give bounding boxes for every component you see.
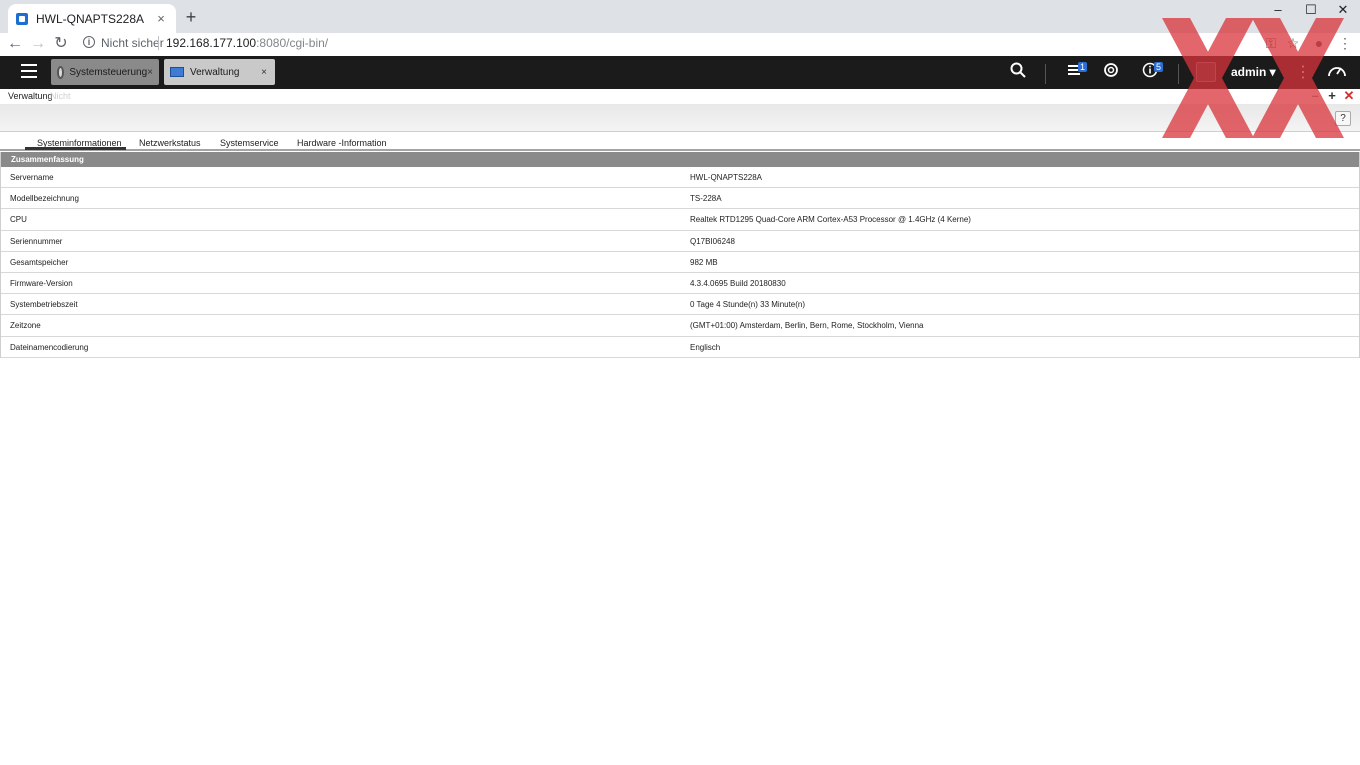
table-row: Modellbezeichnung TS-228A bbox=[1, 188, 1359, 210]
window-maximize-button[interactable]: ☐ bbox=[1301, 2, 1321, 18]
qnap-tab-label: Verwaltung bbox=[190, 66, 240, 78]
row-value: Q17BI06248 bbox=[690, 236, 735, 246]
row-value: (GMT+01:00) Amsterdam, Berlin, Bern, Rom… bbox=[690, 321, 924, 331]
qnap-tab-close-icon[interactable]: × bbox=[147, 67, 153, 78]
user-menu[interactable]: admin ▾ bbox=[1231, 65, 1276, 79]
back-arrow-icon[interactable]: ← bbox=[6, 34, 24, 54]
table-row: Firmware-Version 4.3.4.0695 Build 201808… bbox=[1, 273, 1359, 295]
window-minimize-icon[interactable]: – bbox=[1309, 89, 1321, 103]
toolbar-divider bbox=[1045, 64, 1046, 84]
tasks-badge: 1 bbox=[1078, 62, 1088, 72]
row-key: CPU bbox=[10, 215, 27, 225]
row-value: Realtek RTD1295 Quad-Core ARM Cortex-A53… bbox=[690, 215, 971, 225]
window-minimize-button[interactable]: – bbox=[1268, 2, 1288, 17]
table-row: Servername HWL-QNAPTS228A bbox=[1, 167, 1359, 189]
row-value: TS-228A bbox=[690, 194, 722, 204]
qnap-tab-label: Systemsteuerung bbox=[69, 66, 148, 78]
security-label[interactable]: Nicht sicher bbox=[101, 36, 164, 50]
qnap-topbar: Systemsteuerung × Verwaltung × 1 5 admin… bbox=[0, 56, 1360, 89]
tab-systemservice[interactable]: Systemservice bbox=[220, 138, 279, 148]
help-button[interactable]: ? bbox=[1335, 111, 1351, 126]
browser-toolbar: ← → ↻ i Nicht sicher 192.168.177.100:808… bbox=[0, 33, 1360, 56]
monitor-icon bbox=[170, 67, 184, 77]
forward-arrow-icon[interactable]: → bbox=[29, 34, 47, 54]
new-tab-button[interactable]: + bbox=[183, 7, 199, 27]
table-row: Gesamtspeicher 982 MB bbox=[1, 252, 1359, 273]
row-key: Firmware-Version bbox=[10, 278, 73, 288]
table-row: Seriennummer Q17BI06248 bbox=[1, 231, 1359, 252]
dashboard-gauge-icon[interactable] bbox=[1327, 62, 1347, 82]
control-panel-gear-icon bbox=[57, 65, 65, 79]
browser-tab-title: HWL-QNAPTS228A bbox=[36, 11, 145, 26]
tab-close-icon[interactable]: × bbox=[154, 11, 168, 26]
table-row: CPU Realtek RTD1295 Quad-Core ARM Cortex… bbox=[1, 209, 1359, 231]
tab-hardware-information[interactable]: Hardware -Information bbox=[297, 138, 387, 148]
row-key: Systembetriebszeit bbox=[10, 300, 78, 310]
user-avatar[interactable] bbox=[1196, 62, 1216, 82]
browser-tab[interactable]: HWL-QNAPTS228A × bbox=[8, 4, 176, 33]
info-icon[interactable]: i bbox=[83, 36, 95, 48]
app-window-toolbar: ? bbox=[0, 104, 1360, 132]
menu-kebab-icon[interactable]: ⋮ bbox=[1336, 35, 1354, 52]
info-badge: 5 bbox=[1154, 62, 1164, 72]
row-key: Zeitzone bbox=[10, 321, 41, 331]
summary-table-header: Zusammenfassung bbox=[1, 152, 1359, 167]
table-row: Dateinamencodierung Englisch bbox=[1, 337, 1359, 358]
external-devices-icon[interactable] bbox=[1101, 62, 1121, 82]
section-tabs: Systeminformationen Netzwerkstatus Syste… bbox=[0, 133, 1360, 151]
row-value: 982 MB bbox=[690, 257, 718, 267]
qnap-tab-systemsteuerung[interactable]: Systemsteuerung × bbox=[51, 59, 159, 85]
browser-tab-strip: HWL-QNAPTS228A × + – ☐ ✕ bbox=[0, 0, 1360, 33]
bookmark-star-icon[interactable]: ☆ bbox=[1284, 35, 1302, 52]
omnibox-divider bbox=[158, 36, 159, 50]
window-subtitle: Nicht bbox=[50, 91, 71, 101]
reload-icon[interactable]: ↻ bbox=[52, 34, 70, 54]
main-menu-icon[interactable] bbox=[21, 64, 37, 78]
url-field[interactable]: 192.168.177.100:8080/cgi-bin/ bbox=[166, 36, 328, 50]
row-key: Dateinamencodierung bbox=[10, 342, 89, 352]
row-key: Gesamtspeicher bbox=[10, 257, 69, 267]
more-options-icon[interactable]: ⋮ bbox=[1295, 62, 1311, 82]
app-window-header: Verwaltung Nicht – + ✕ bbox=[0, 89, 1360, 104]
search-icon[interactable] bbox=[1008, 62, 1028, 82]
window-close-icon[interactable]: ✕ bbox=[1343, 89, 1355, 103]
window-title: Verwaltung bbox=[8, 91, 53, 101]
row-value: Englisch bbox=[690, 342, 721, 352]
row-key: Seriennummer bbox=[10, 236, 63, 246]
key-icon[interactable]: ⚿ bbox=[1262, 35, 1280, 52]
row-value: HWL-QNAPTS228A bbox=[690, 173, 763, 182]
qnap-favicon-icon bbox=[16, 12, 28, 25]
summary-table: Zusammenfassung Servername HWL-QNAPTS228… bbox=[0, 152, 1360, 358]
row-key: Modellbezeichnung bbox=[10, 194, 79, 204]
row-key: Servername bbox=[10, 173, 54, 182]
table-row: Systembetriebszeit 0 Tage 4 Stunde(n) 33… bbox=[1, 294, 1359, 316]
row-value: 0 Tage 4 Stunde(n) 33 Minute(n) bbox=[690, 300, 806, 310]
tab-netzwerkstatus[interactable]: Netzwerkstatus bbox=[139, 138, 201, 148]
toolbar-divider bbox=[1178, 64, 1179, 84]
url-host: 192.168.177.100 bbox=[166, 36, 257, 50]
qnap-tab-close-icon[interactable]: × bbox=[259, 67, 269, 78]
qnap-tab-verwaltung[interactable]: Verwaltung × bbox=[164, 59, 275, 85]
table-row: Zeitzone (GMT+01:00) Amsterdam, Berlin, … bbox=[1, 315, 1359, 337]
active-tab-indicator bbox=[25, 147, 126, 150]
window-maximize-icon[interactable]: + bbox=[1326, 89, 1338, 103]
url-path: :8080/cgi-bin/ bbox=[256, 36, 329, 50]
profile-icon[interactable]: ● bbox=[1310, 35, 1328, 51]
window-close-button[interactable]: ✕ bbox=[1333, 2, 1353, 18]
row-value: 4.3.4.0695 Build 20180830 bbox=[690, 278, 786, 288]
